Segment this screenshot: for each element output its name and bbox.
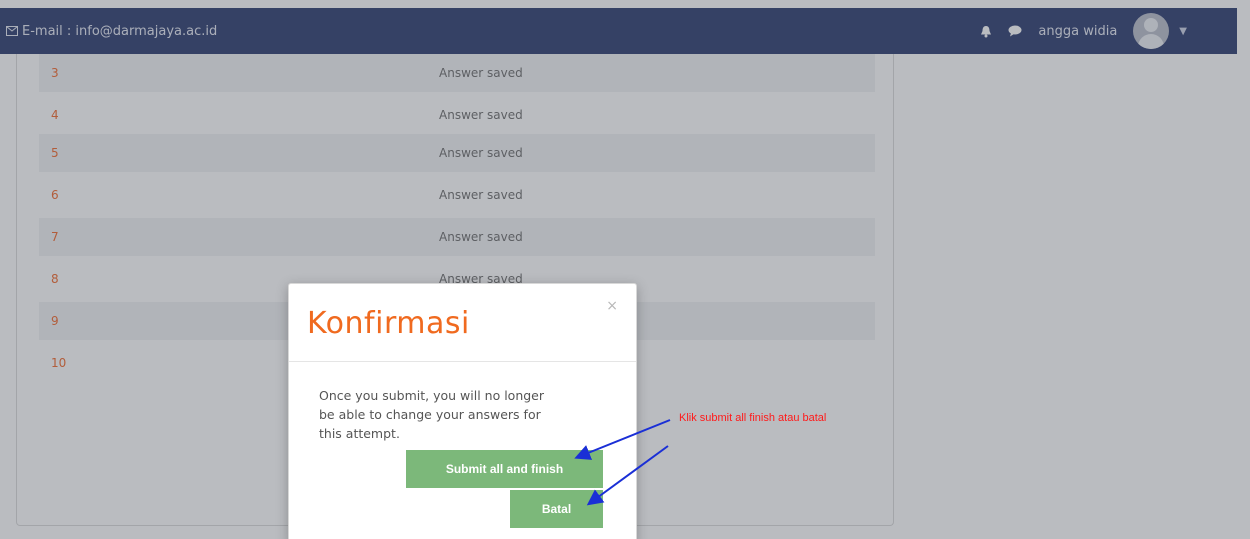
modal-title: Konfirmasi: [307, 306, 470, 341]
cancel-button[interactable]: Batal: [510, 490, 603, 528]
close-icon[interactable]: ×: [606, 298, 618, 314]
modal-header: Konfirmasi ×: [289, 284, 636, 362]
confirm-modal: Konfirmasi × Once you submit, you will n…: [288, 283, 637, 539]
modal-message: Once you submit, you will no longer be a…: [319, 388, 545, 441]
submit-all-button[interactable]: Submit all and finish: [406, 450, 603, 488]
